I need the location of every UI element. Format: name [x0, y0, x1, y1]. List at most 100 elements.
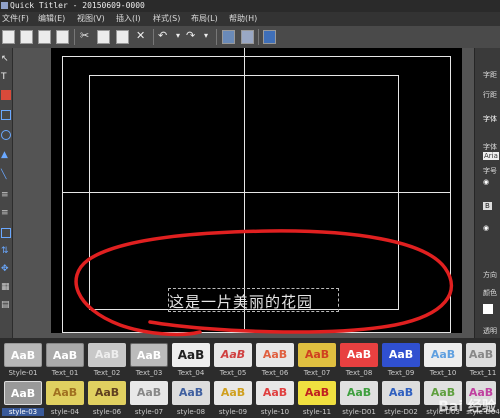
new-file-icon[interactable]	[2, 30, 15, 44]
style-swatch[interactable]: AaB	[4, 343, 42, 367]
menu-insert[interactable]: 插入(I)	[116, 12, 141, 26]
style-label: Text_07	[303, 369, 331, 377]
style-swatch[interactable]: AaB	[88, 343, 126, 367]
style-swatch[interactable]: AaB	[256, 381, 294, 405]
align-left-icon[interactable]: ≡	[1, 190, 11, 200]
cut-icon[interactable]: ✂	[80, 29, 89, 43]
copy-icon[interactable]	[97, 30, 110, 44]
toolbar-separator	[74, 29, 75, 45]
style-swatch[interactable]: AaB	[466, 343, 496, 367]
style-swatch[interactable]: AaB	[214, 381, 252, 405]
style-swatch[interactable]: AaB	[382, 343, 420, 367]
align-center-icon[interactable]: ≡	[1, 208, 11, 218]
triangle-tool-icon[interactable]: ▲	[1, 150, 11, 160]
style-swatch[interactable]: AaB	[130, 343, 168, 367]
style-swatch[interactable]: AaB	[172, 381, 210, 405]
style-label: Text_03	[135, 369, 163, 377]
move-tool-icon[interactable]: ✥	[1, 264, 11, 274]
delete-icon[interactable]: ✕	[136, 29, 145, 43]
menu-file[interactable]: 文件(F)	[2, 12, 29, 26]
style-swatch[interactable]: AaB	[46, 343, 84, 367]
menu-layout[interactable]: 布局(L)	[191, 12, 218, 26]
menu-edit[interactable]: 编辑(E)	[38, 12, 65, 26]
style-label: style-08	[176, 408, 206, 416]
style-swatch[interactable]: AaB	[4, 381, 42, 405]
save-icon[interactable]	[38, 30, 51, 44]
vertical-text-tool-icon[interactable]	[1, 90, 11, 100]
style-label: Style-01	[8, 369, 38, 377]
rectangle-tool-icon[interactable]	[1, 110, 11, 120]
style-label: style-04	[50, 408, 80, 416]
style-swatch[interactable]: AaB	[256, 343, 294, 367]
style-label: Text_10	[429, 369, 457, 377]
style-label: style-D01	[342, 408, 376, 416]
horizontal-center-guide	[62, 192, 451, 193]
style-gallery: AaB AaB AaB AaB AaB AaB AaB AaB AaB AaB …	[0, 338, 500, 418]
menu-view[interactable]: 视图(V)	[77, 12, 105, 26]
title-canvas[interactable]: 这是一片美丽的花园	[51, 48, 462, 333]
style-swatch[interactable]: AaB	[46, 381, 84, 405]
style-swatch[interactable]: AaB	[214, 343, 252, 367]
text-effect-icon[interactable]	[241, 30, 254, 44]
style-label-selected: style-03	[2, 408, 44, 416]
ellipse-tool-icon[interactable]	[1, 130, 11, 140]
toolbar-separator	[258, 29, 259, 45]
line-spacing-label: 行距	[483, 91, 497, 99]
undo-icon[interactable]: ↶	[158, 29, 167, 43]
undo-dropdown-icon[interactable]: ▾	[176, 29, 180, 43]
frame-tool-icon[interactable]	[1, 228, 11, 238]
menu-style[interactable]: 样式(S)	[153, 12, 180, 26]
toolbar-separator	[216, 29, 217, 45]
style-label: style-09	[218, 408, 248, 416]
style-label: Text_01	[51, 369, 79, 377]
window-title: Quick Titler - 20150609-0000	[10, 1, 145, 10]
font-select[interactable]: Aria	[483, 152, 499, 160]
style-label: Text_08	[345, 369, 373, 377]
title-bar: Quick Titler - 20150609-0000	[0, 0, 500, 12]
bold-button[interactable]: B	[483, 202, 492, 210]
distribute-icon[interactable]: ⇅	[1, 246, 11, 256]
open-icon[interactable]	[20, 30, 33, 44]
text-tool-icon[interactable]: T	[1, 72, 11, 82]
help-icon[interactable]	[263, 30, 276, 44]
style-swatch[interactable]: AaB	[298, 381, 336, 405]
style-swatch[interactable]: AaB	[298, 343, 336, 367]
style-swatch[interactable]: AaB	[340, 381, 378, 405]
layout-tool-icon[interactable]: ▤	[1, 300, 11, 310]
font-size-label: 字号	[483, 167, 497, 175]
style-swatch[interactable]: AaB	[88, 381, 126, 405]
toolbar: ✂ ✕ ↶ ▾ ↷ ▾	[0, 26, 500, 49]
select-tool-icon[interactable]: ↖	[1, 54, 11, 64]
text-style-icon[interactable]	[222, 30, 235, 44]
font-section-label: 字体	[483, 115, 497, 123]
paste-icon[interactable]	[116, 30, 129, 44]
style-label: style-07	[134, 408, 164, 416]
color-swatch[interactable]	[483, 304, 493, 314]
style-swatch[interactable]: AaB	[424, 343, 462, 367]
grid-tool-icon[interactable]: ▦	[1, 282, 11, 292]
style-label: style-10	[260, 408, 290, 416]
style-swatch[interactable]: AaB	[172, 343, 210, 367]
style-swatch[interactable]: AaB	[340, 343, 378, 367]
toolbar-separator	[153, 29, 154, 45]
font-label: 字体	[483, 143, 497, 151]
style-swatch[interactable]: AaB	[130, 381, 168, 405]
font-size-radio-icon[interactable]: ◉	[483, 178, 489, 186]
line-tool-icon[interactable]: ╲	[1, 170, 11, 180]
style-label: Text_05	[219, 369, 247, 377]
direction-label: 方向	[483, 271, 497, 279]
style-label: Text_09	[387, 369, 415, 377]
title-text[interactable]: 这是一片美丽的花园	[169, 291, 313, 312]
style-label: Text_06	[261, 369, 289, 377]
left-tool-strip: ↖ T ▲ ╲ ≡ ≡ ⇅ ✥ ▦ ▤	[0, 48, 13, 338]
save-all-icon[interactable]	[56, 30, 69, 44]
menu-help[interactable]: 帮助(H)	[229, 12, 257, 26]
style-label: Text_04	[177, 369, 205, 377]
redo-dropdown-icon[interactable]: ▾	[204, 29, 208, 43]
style-label: style-06	[92, 408, 122, 416]
style-swatch[interactable]: AaB	[382, 381, 420, 405]
align-radio-icon[interactable]: ◉	[483, 224, 489, 232]
redo-icon[interactable]: ↷	[186, 29, 195, 43]
style-label: Text_11	[469, 369, 497, 377]
char-spacing-label: 字距	[483, 71, 497, 79]
